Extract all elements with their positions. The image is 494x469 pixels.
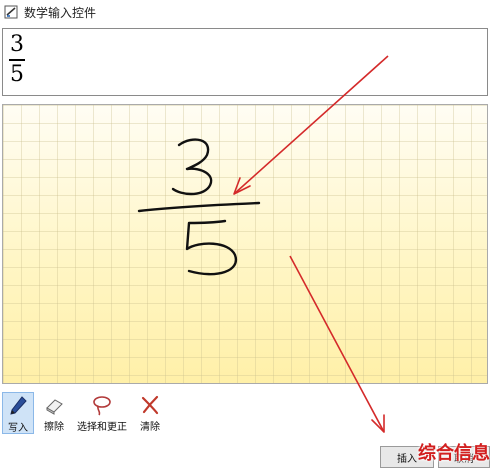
recognition-preview: 3 5 — [2, 28, 488, 96]
clear-x-icon — [141, 395, 159, 415]
select-correct-tool-label: 选择和更正 — [77, 422, 127, 433]
preview-denominator: 5 — [10, 62, 24, 87]
clear-tool-label: 清除 — [140, 422, 160, 433]
ink-toolbar: 写入 擦除 选择和更正 清除 — [0, 392, 300, 436]
ink-digit-five — [185, 219, 238, 276]
eraser-icon — [46, 399, 63, 415]
title-bar: 数学输入控件 — [0, 0, 494, 24]
lasso-icon — [93, 396, 111, 416]
select-correct-tool-button[interactable]: 选择和更正 — [74, 392, 130, 434]
pen-icon — [10, 396, 27, 415]
arrow-to-insert-button-head — [371, 414, 385, 433]
preview-fraction-bar — [9, 59, 25, 61]
write-tool-button[interactable]: 写入 — [2, 392, 34, 434]
handwriting-pad[interactable] — [2, 104, 488, 384]
erase-tool-button[interactable]: 擦除 — [38, 392, 70, 434]
preview-fraction: 3 5 — [9, 33, 25, 87]
ink-digit-three — [171, 138, 213, 196]
preview-numerator: 3 — [10, 32, 24, 57]
ink-fraction-bar — [137, 201, 261, 213]
watermark-text: 综合信息 — [418, 443, 490, 464]
window-title: 数学输入控件 — [24, 5, 97, 20]
erase-tool-label: 擦除 — [44, 422, 64, 433]
write-tool-label: 写入 — [8, 423, 28, 434]
math-input-app-icon — [4, 5, 18, 19]
clear-tool-button[interactable]: 清除 — [134, 392, 166, 434]
handwritten-ink — [137, 138, 261, 276]
